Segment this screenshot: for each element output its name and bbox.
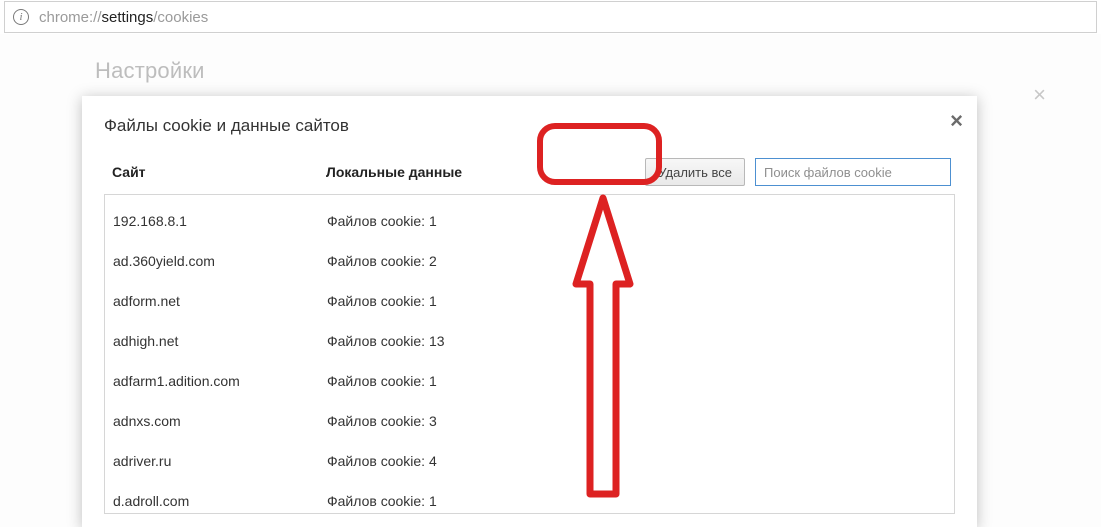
- remove-all-button[interactable]: Удалить все: [645, 158, 745, 186]
- cell-local: Файлов cookie: 4: [327, 453, 437, 469]
- cell-local: Файлов cookie: 2: [327, 253, 437, 269]
- table-row[interactable]: d.adroll.comФайлов cookie: 1: [105, 481, 954, 513]
- close-icon[interactable]: ×: [950, 108, 963, 134]
- table-row[interactable]: 192.168.8.1Файлов cookie: 1: [105, 201, 954, 241]
- cell-site: 192.168.8.1: [113, 213, 327, 229]
- table-row[interactable]: adfarm1.adition.comФайлов cookie: 1: [105, 361, 954, 401]
- table-row[interactable]: adnxs.comФайлов cookie: 3: [105, 401, 954, 441]
- cell-local: Файлов cookie: 1: [327, 493, 437, 509]
- dialog-title: Файлы cookie и данные сайтов: [104, 116, 955, 136]
- address-bar[interactable]: i chrome://settings/cookies: [4, 1, 1097, 33]
- dialog-header-row: Сайт Локальные данные Удалить все: [104, 158, 955, 186]
- table-row[interactable]: ad.360yield.comФайлов cookie: 2: [105, 241, 954, 281]
- cell-site: adhigh.net: [113, 333, 327, 349]
- cell-local: Файлов cookie: 1: [327, 213, 437, 229]
- cell-site: adfarm1.adition.com: [113, 373, 327, 389]
- cell-local: Файлов cookie: 3: [327, 413, 437, 429]
- cookie-list: 192.168.8.1Файлов cookie: 1ad.360yield.c…: [104, 194, 955, 514]
- table-row[interactable]: adriver.ruФайлов cookie: 4: [105, 441, 954, 481]
- table-row[interactable]: adform.netФайлов cookie: 1: [105, 281, 954, 321]
- page-body: Настройки × × Файлы cookie и данные сайт…: [0, 34, 1101, 527]
- cell-local: Файлов cookie: 13: [327, 333, 445, 349]
- address-url: chrome://settings/cookies: [39, 9, 208, 26]
- table-row[interactable]: adhigh.netФайлов cookie: 13: [105, 321, 954, 361]
- cookie-list-body[interactable]: 192.168.8.1Файлов cookie: 1ad.360yield.c…: [105, 195, 954, 513]
- info-icon[interactable]: i: [13, 9, 29, 25]
- cell-site: d.adroll.com: [113, 493, 327, 509]
- col-header-site: Сайт: [108, 164, 326, 180]
- page-title: Настройки: [95, 58, 205, 84]
- cookies-dialog: × Файлы cookie и данные сайтов Сайт Лока…: [82, 96, 977, 527]
- col-header-local: Локальные данные: [326, 164, 566, 180]
- cell-local: Файлов cookie: 1: [327, 293, 437, 309]
- cell-site: adform.net: [113, 293, 327, 309]
- cell-local: Файлов cookie: 1: [327, 373, 437, 389]
- close-icon[interactable]: ×: [1033, 82, 1046, 108]
- cell-site: adnxs.com: [113, 413, 327, 429]
- cell-site: adriver.ru: [113, 453, 327, 469]
- search-input[interactable]: [755, 158, 951, 186]
- cell-site: ad.360yield.com: [113, 253, 327, 269]
